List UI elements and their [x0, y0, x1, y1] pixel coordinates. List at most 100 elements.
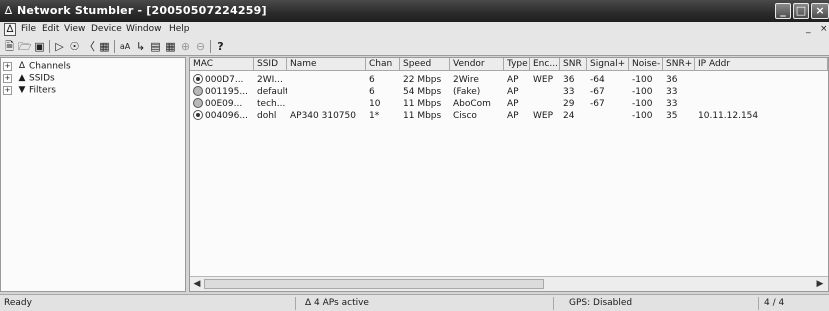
close-button[interactable]: ×	[811, 3, 829, 19]
cell-text: Cisco	[453, 111, 477, 121]
expand-icon[interactable]: +	[3, 61, 12, 71]
cell-vendor: Cisco	[450, 110, 504, 122]
cell-vendor: AboCom	[450, 98, 504, 110]
tree-panel: + Δ Channels + ▲ SSIDs + ▼ Filters	[0, 57, 186, 292]
expand-icon[interactable]: +	[3, 85, 12, 95]
cell-name: AP340 310750	[287, 110, 366, 122]
tree-view-icon[interactable]: ↳	[134, 39, 147, 54]
column-header-enc[interactable]: Enc...	[530, 58, 560, 71]
cell-type: AP	[504, 86, 530, 98]
tree-item-filters[interactable]: + ▼ Filters	[3, 85, 56, 96]
tree-item-ssids[interactable]: + ▲ SSIDs	[3, 73, 55, 84]
cell-text: 11 Mbps	[403, 111, 442, 121]
column-header-signal[interactable]: Signal+	[587, 58, 629, 71]
zoom-out-icon[interactable]: ⊖	[194, 39, 207, 54]
cell-ip-addr: 10.11.12.154	[695, 110, 828, 122]
signal-strength-icon	[193, 110, 203, 120]
table-row[interactable]: 00E09... tech... 10 11 Mbps AboCom AP 29 -67 -10…	[190, 98, 828, 110]
document-icon[interactable]: ∆	[4, 23, 16, 36]
horizontal-scrollbar[interactable]: ◀ ▶	[190, 276, 828, 291]
cell-name	[287, 74, 366, 86]
new-file-icon[interactable]: 🗎	[3, 39, 16, 54]
cell-ip-addr	[695, 98, 828, 110]
cell-snr: 24	[560, 110, 587, 122]
cell-ssid: default	[254, 86, 287, 98]
column-header-noise[interactable]: Noise-	[629, 58, 663, 71]
menu-edit[interactable]: Edit	[42, 24, 59, 34]
column-header-vendor[interactable]: Vendor	[450, 58, 504, 71]
cell-text: WEP	[533, 111, 554, 121]
cell-text: 36	[563, 75, 575, 85]
cell-snr-plus: 35	[663, 110, 695, 122]
cell-text: 33	[666, 87, 678, 97]
cell-mac: 00E09...	[190, 98, 254, 110]
column-header-chan[interactable]: Chan	[366, 58, 400, 71]
open-folder-icon[interactable]: 🗁	[18, 39, 32, 54]
maximize-button[interactable]: □	[793, 3, 809, 19]
cell-text: 29	[563, 99, 575, 109]
cell-signal-plus: -67	[587, 86, 629, 98]
scrollbar-thumb[interactable]	[204, 279, 544, 289]
cell-ip-addr	[695, 74, 828, 86]
column-header-snr-plus[interactable]: SNR+	[663, 58, 695, 71]
auto-config-icon[interactable]: ☉	[68, 39, 81, 54]
cell-signal-plus	[587, 110, 629, 122]
properties-icon[interactable]: ▦	[98, 39, 111, 54]
column-header-snr[interactable]: SNR	[560, 58, 587, 71]
toolbar-separator	[114, 40, 115, 53]
mdi-close-button[interactable]: ×	[820, 24, 828, 34]
column-header-ssid[interactable]: SSID	[254, 58, 287, 71]
cell-chan: 1*	[366, 110, 400, 122]
window-title: ∆ Network Stumbler - [20050507224259]	[4, 4, 267, 17]
menu-window[interactable]: Window	[126, 24, 162, 34]
toolbar-separator	[210, 40, 211, 53]
table-icon[interactable]: ▦	[164, 39, 177, 54]
status-bar: Ready Δ 4 APs active GPS: Disabled 4 / 4	[0, 294, 829, 311]
signal-strength-icon	[193, 74, 203, 84]
scan-speed-icon[interactable]: 〈	[83, 39, 96, 54]
cell-text: 54 Mbps	[403, 87, 442, 97]
tree-item-channels[interactable]: + Δ Channels	[3, 61, 71, 72]
tree-item-label: Channels	[29, 61, 71, 72]
table-row[interactable]: 000D7... 2WI... 6 22 Mbps 2Wire AP WEP 36 -64 -10…	[190, 74, 828, 86]
cell-snr: 29	[560, 98, 587, 110]
scroll-left-icon[interactable]: ◀	[191, 278, 203, 290]
menu-file[interactable]: File	[21, 24, 36, 34]
expand-icon[interactable]: +	[3, 73, 12, 83]
cell-name	[287, 86, 366, 98]
cell-chan: 10	[366, 98, 400, 110]
cell-ip-addr	[695, 86, 828, 98]
cell-text: -64	[590, 75, 605, 85]
title-bar: ∆ Network Stumbler - [20050507224259] _ …	[0, 0, 829, 22]
font-icon[interactable]: aA	[118, 39, 132, 54]
play-icon[interactable]: ▷	[53, 39, 66, 54]
tree-item-label: SSIDs	[29, 73, 55, 84]
minimize-button[interactable]: _	[775, 3, 791, 19]
column-header-mac[interactable]: MAC	[190, 58, 254, 71]
cell-text: AP	[507, 87, 519, 97]
mdi-minimize-button[interactable]: _	[806, 24, 811, 34]
menu-bar: ∆ File Edit View Device Window Help _ ×	[0, 22, 829, 38]
status-divider	[758, 297, 759, 310]
cell-text: 2Wire	[453, 75, 479, 85]
menu-help[interactable]: Help	[169, 24, 190, 34]
column-header-speed[interactable]: Speed	[400, 58, 450, 71]
table-row[interactable]: 001195... default 6 54 Mbps (Fake) AP 33 -67 -10…	[190, 86, 828, 98]
cell-snr-plus: 36	[663, 74, 695, 86]
cell-text: 33	[666, 99, 678, 109]
help-icon[interactable]: ?	[214, 39, 227, 54]
scroll-right-icon[interactable]: ▶	[814, 278, 826, 290]
menu-device[interactable]: Device	[91, 24, 122, 34]
zoom-in-icon[interactable]: ⊕	[179, 39, 192, 54]
save-icon[interactable]: ▣	[33, 39, 46, 54]
cell-noise: -100	[629, 98, 663, 110]
cell-ssid: 2WI...	[254, 74, 287, 86]
column-header-name[interactable]: Name	[287, 58, 366, 71]
menu-view[interactable]: View	[64, 24, 85, 34]
column-header-type[interactable]: Type	[504, 58, 530, 71]
cell-ssid: dohl	[254, 110, 287, 122]
columns-icon[interactable]: ▤	[149, 39, 162, 54]
column-header-ip-addr[interactable]: IP Addr	[695, 58, 828, 71]
table-row[interactable]: 004096... dohl AP340 310750 1* 11 Mbps Cisco A…	[190, 110, 828, 122]
cell-signal-plus: -64	[587, 74, 629, 86]
